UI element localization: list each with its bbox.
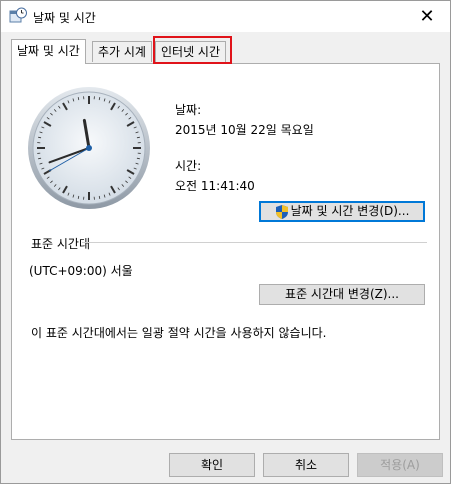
timezone-divider — [82, 242, 427, 243]
tab-internet-time[interactable]: 인터넷 시간 — [155, 41, 227, 62]
change-date-time-button[interactable]: 날짜 및 시간 변경(D)... — [259, 201, 425, 222]
tab-date-and-time[interactable]: 날짜 및 시간 — [11, 39, 86, 64]
close-button[interactable]: ✕ — [404, 1, 450, 32]
ok-button[interactable]: 확인 — [169, 453, 255, 477]
timezone-section-label: 표준 시간대 — [31, 237, 91, 251]
tab-panel: 날짜: 2015년 10월 22일 목요일 시간: 오전 11:41:40 날짜… — [11, 63, 440, 440]
time-label: 시간: — [175, 159, 202, 173]
change-date-time-label: 날짜 및 시간 변경(D)... — [290, 204, 410, 218]
change-timezone-button[interactable]: 표준 시간대 변경(Z)... — [259, 284, 425, 305]
shield-icon — [275, 204, 289, 220]
apply-button[interactable]: 적용(A) — [357, 453, 443, 477]
title-bar[interactable]: 날짜 및 시간 ✕ — [1, 1, 450, 32]
time-value: 오전 11:41:40 — [175, 179, 255, 193]
date-time-dialog: 날짜 및 시간 ✕ 날짜 및 시간 추가 시계 인터넷 시간 날짜: 2015년… — [0, 0, 451, 484]
date-label: 날짜: — [175, 103, 202, 117]
dst-note: 이 표준 시간대에서는 일광 절약 시간을 사용하지 않습니다. — [31, 326, 327, 340]
analog-clock — [27, 86, 151, 210]
date-value: 2015년 10월 22일 목요일 — [175, 123, 314, 137]
tab-additional-clocks[interactable]: 추가 시계 — [92, 41, 152, 62]
close-icon: ✕ — [419, 6, 435, 27]
timezone-value: (UTC+09:00) 서울 — [29, 264, 133, 278]
cancel-button[interactable]: 취소 — [263, 453, 349, 477]
window-title: 날짜 및 시간 — [33, 11, 96, 25]
date-time-icon — [9, 7, 27, 25]
